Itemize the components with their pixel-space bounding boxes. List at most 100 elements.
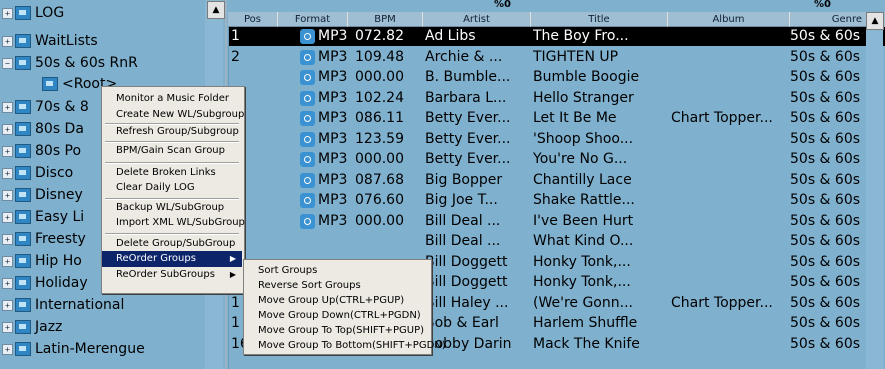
mp3-file-icon — [300, 111, 315, 126]
cell-bpm: 072.82 — [355, 28, 404, 44]
menu-item[interactable]: ReOrder Groups ▶ — [102, 251, 242, 267]
expand-icon[interactable]: + — [2, 7, 13, 19]
mp3-file-icon — [300, 193, 315, 208]
tree-item[interactable]: +80s Po — [2, 140, 81, 162]
tree-item[interactable]: + LOG — [2, 2, 64, 24]
cell-title: Hello Stranger — [533, 89, 634, 106]
folder-icon — [15, 56, 31, 70]
menu-item[interactable]: Create New WL/Subgroup — [102, 107, 245, 123]
header-genre[interactable]: Genre — [790, 12, 867, 27]
table-row[interactable]: MP3 102.24 Barbara L... Hello Stranger 50s &… — [228, 89, 885, 108]
folder-icon — [15, 276, 31, 290]
grid-scrollbar[interactable]: ▲ — [866, 12, 884, 369]
table-row[interactable]: MP3 000.00 B. Bumble... Bumble Boogie 50s & … — [228, 68, 885, 87]
tree-item[interactable]: + Freesty — [2, 228, 86, 250]
folder-icon — [15, 232, 31, 246]
cell-genre: 50s & 60s — [790, 130, 861, 147]
menu-item[interactable]: Refresh Group/Subgroup — [102, 124, 242, 140]
cell-genre: 50s & 60s — [790, 335, 861, 352]
tree-item[interactable]: + Easy Li — [2, 206, 84, 228]
submenu-item[interactable]: Move Group To Bottom(SHIFT+PGDN) — [244, 338, 446, 354]
tree-item[interactable]: + International — [2, 294, 124, 316]
cell-genre: 50s & 60s — [790, 253, 861, 270]
table-row[interactable]: MP3 123.59 Betty Ever... 'Shoop Shoo... 50s … — [228, 130, 885, 149]
submenu-item[interactable]: Reverse Sort Groups — [244, 278, 429, 294]
menu-item[interactable]: ReOrder SubGroups ▶ — [102, 267, 242, 283]
menu-item[interactable]: Delete Group/SubGroup — [102, 236, 242, 252]
tree-item[interactable]: + Latin-Merengue — [2, 338, 145, 360]
tree-item[interactable]: + Holiday — [2, 272, 88, 294]
menu-item[interactable]: Monitor a Music Folder — [102, 91, 242, 107]
tree-item[interactable]: +70s & 8 — [2, 96, 89, 118]
cell-artist: B. Bumble... — [425, 69, 511, 85]
header-pos[interactable]: Pos — [228, 12, 278, 27]
menu-item[interactable]: Delete Broken Links — [102, 165, 242, 181]
tree-item[interactable]: − 50s & 60s RnR — [2, 52, 138, 74]
menu-item-label: Create New WL/Subgroup — [116, 109, 245, 120]
expand-icon[interactable]: + — [2, 123, 13, 135]
expand-icon[interactable]: + — [2, 35, 13, 47]
tree-item[interactable]: + Disney — [2, 184, 83, 206]
menu-item[interactable]: Backup WL/SubGroup — [102, 200, 242, 216]
cell-pos: 2 — [231, 48, 240, 65]
expand-icon[interactable]: + — [2, 255, 13, 267]
expand-icon[interactable]: + — [2, 321, 13, 333]
table-row[interactable]: 2 MP3 109.48 Archie & ... TIGHTEN UP 50s & 60… — [228, 48, 885, 67]
collapse-icon[interactable]: − — [2, 57, 13, 69]
submenu-item[interactable]: Sort Groups — [244, 263, 429, 279]
menu-item[interactable]: Import XML WL/SubGroup — [102, 215, 245, 231]
expand-icon[interactable]: + — [2, 189, 13, 201]
tree-scroll-up-icon[interactable]: ▲ — [207, 1, 225, 19]
table-row[interactable]: 1 MP3 072.82 Ad Libs The Boy Fro... 50s & 60s — [228, 27, 885, 46]
expand-icon[interactable]: + — [2, 101, 13, 113]
expand-icon[interactable]: + — [2, 277, 13, 289]
cell-title: The Boy Fro... — [533, 28, 629, 44]
submenu-item[interactable]: Move Group Down(CTRL+PGDN) — [244, 308, 429, 324]
tree-item[interactable]: +80s Da — [2, 118, 84, 140]
tree-item[interactable]: + WaitLists — [2, 30, 98, 52]
tree-item-label: Jazz — [35, 319, 63, 335]
folder-icon — [15, 210, 31, 224]
tree-item-label: Disco — [35, 165, 74, 181]
tree-item-label: 50s & 60s RnR — [35, 55, 138, 71]
expand-icon[interactable]: + — [2, 299, 13, 311]
cell-format: MP3 — [318, 151, 348, 167]
header-format[interactable]: Format — [278, 12, 348, 27]
table-row[interactable]: MP3 086.11 Betty Ever... Let It Be Me Chart … — [228, 109, 885, 128]
cell-title: Mack The Knife — [533, 335, 640, 352]
cell-genre: 50s & 60s — [790, 315, 861, 331]
menu-item-label: Clear Daily LOG — [116, 182, 195, 193]
header-title[interactable]: Title — [531, 12, 668, 27]
cell-title: You're No G... — [533, 151, 628, 167]
tree-item[interactable]: + Hip Ho — [2, 250, 82, 272]
cell-bpm: 109.48 — [355, 48, 404, 65]
cell-bpm: 000.00 — [355, 151, 404, 167]
table-row[interactable]: 0MP3000.00Bill Deal ...I've Been Hurt50s… — [228, 212, 885, 231]
submenu-item[interactable]: Move Group To Top(SHIFT+PGUP) — [244, 323, 429, 339]
menu-item[interactable]: Clear Daily LOG — [102, 180, 242, 196]
header-artist[interactable]: Artist — [423, 12, 531, 27]
submenu-item[interactable]: Move Group Up(CTRL+PGUP) — [244, 293, 429, 309]
table-row[interactable]: MP3 000.00 Betty Ever... You're No G... 50s … — [228, 150, 885, 169]
grid-scroll-up-icon[interactable]: ▲ — [866, 12, 884, 30]
expand-icon[interactable]: + — [2, 211, 13, 223]
header-album[interactable]: Album — [668, 12, 790, 27]
table-row[interactable]: Bill Deal ... What Kind O... 50s & 60s — [228, 232, 885, 251]
cell-bpm: 000.00 — [355, 69, 404, 85]
tree-item[interactable]: + Disco — [2, 162, 73, 184]
table-row[interactable]: MP3 087.68 Big Bopper Chantilly Lace 50s & 6… — [228, 171, 885, 190]
menu-item-label: Backup WL/SubGroup — [116, 202, 225, 213]
cell-title: Harlem Shuffle — [533, 315, 638, 331]
menu-item[interactable]: BPM/Gain Scan Group — [102, 143, 242, 159]
expand-icon[interactable]: + — [2, 343, 13, 355]
expand-icon[interactable]: + — [2, 145, 13, 157]
folder-icon — [15, 6, 31, 20]
cell-genre: 50s & 60s — [790, 48, 861, 65]
tree-item[interactable]: + Jazz — [2, 316, 62, 338]
table-row[interactable]: MP3 076.60 Big Joe T... Shake Rattle... 50s … — [228, 191, 885, 210]
folder-icon — [15, 166, 31, 180]
expand-icon[interactable]: + — [2, 233, 13, 245]
expand-icon[interactable]: + — [2, 167, 13, 179]
cell-bpm: 086.11 — [355, 110, 404, 126]
header-bpm[interactable]: BPM — [348, 12, 423, 27]
